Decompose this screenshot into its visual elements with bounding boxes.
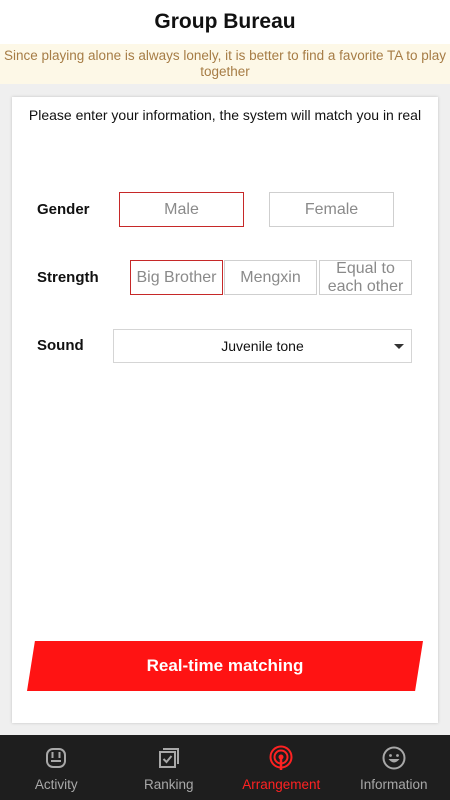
tab-activity[interactable]: Activity bbox=[0, 735, 113, 800]
notice-banner: Since playing alone is always lonely, it… bbox=[0, 44, 450, 84]
strength-option-big-brother[interactable]: Big Brother bbox=[130, 260, 223, 295]
tab-arrangement[interactable]: Arrangement bbox=[225, 735, 338, 800]
tab-information[interactable]: Information bbox=[338, 735, 450, 800]
sound-select-value: Juvenile tone bbox=[221, 338, 304, 354]
form-intro-text: Please enter your information, the syste… bbox=[28, 107, 422, 123]
activity-icon bbox=[46, 748, 67, 768]
arrangement-icon bbox=[269, 745, 293, 770]
tab-ranking-label: Ranking bbox=[143, 777, 194, 792]
gender-option-male[interactable]: Male bbox=[119, 192, 244, 227]
tab-ranking[interactable]: Ranking bbox=[113, 735, 226, 800]
bottom-tab-bar: Activity Ranking Arrangement Information bbox=[0, 735, 450, 800]
app-header: Group Bureau bbox=[0, 0, 450, 44]
gender-option-female[interactable]: Female bbox=[269, 192, 394, 227]
information-icon bbox=[382, 746, 406, 770]
realtime-matching-button[interactable]: Real-time matching bbox=[27, 641, 423, 691]
sound-label: Sound bbox=[37, 337, 84, 354]
tab-activity-label: Activity bbox=[34, 777, 78, 792]
tab-information-label: Information bbox=[359, 777, 428, 792]
gender-label: Gender bbox=[37, 201, 90, 218]
tab-arrangement-label: Arrangement bbox=[242, 777, 321, 792]
matching-form-card: Please enter your information, the syste… bbox=[12, 97, 438, 723]
strength-option-equal[interactable]: Equal to each other bbox=[319, 260, 412, 295]
page-title: Group Bureau bbox=[154, 10, 296, 33]
chevron-down-icon bbox=[394, 344, 404, 349]
strength-option-mengxin[interactable]: Mengxin bbox=[224, 260, 317, 295]
ranking-icon bbox=[158, 748, 179, 768]
strength-label: Strength bbox=[37, 269, 99, 286]
sound-select[interactable]: Juvenile tone bbox=[113, 329, 412, 363]
